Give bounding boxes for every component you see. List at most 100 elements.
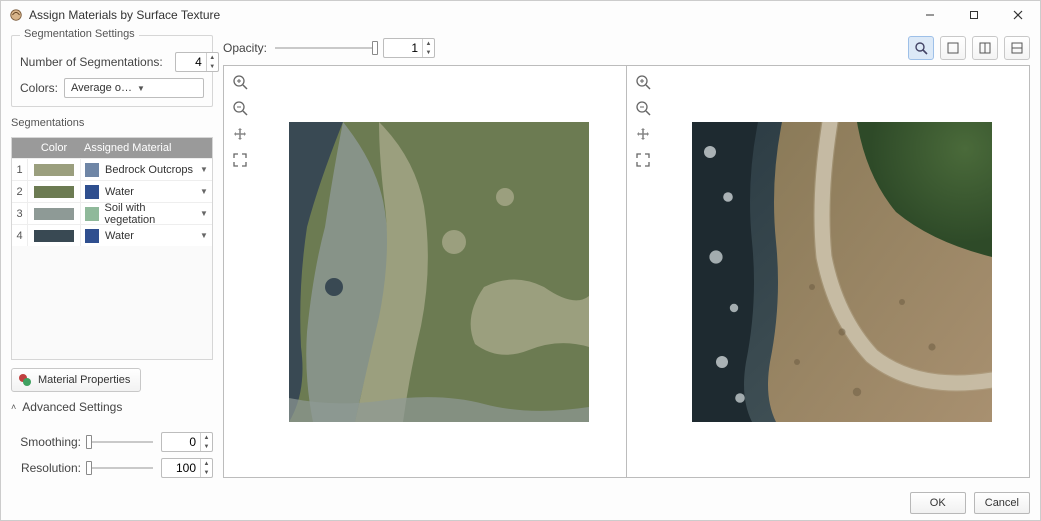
- chevron-down-icon[interactable]: ▼: [196, 187, 212, 196]
- advanced-settings-content: Smoothing: ▲▼ Resolution:: [11, 422, 213, 478]
- col-material: Assigned Material: [80, 142, 196, 154]
- zoom-in-icon[interactable]: [230, 72, 250, 92]
- opacity-field[interactable]: [384, 39, 422, 57]
- material-swatch: [85, 185, 99, 199]
- row-material-cell[interactable]: Water: [80, 225, 196, 246]
- colors-combo[interactable]: Average of original image color ▼: [64, 78, 204, 98]
- segmented-image: [289, 122, 589, 422]
- opacity-slider[interactable]: [275, 41, 375, 55]
- split-vertical-button[interactable]: [972, 36, 998, 60]
- viewport-tools-right: [627, 66, 655, 477]
- chevron-down-icon[interactable]: ▼: [196, 209, 212, 218]
- maximize-button[interactable]: [952, 1, 996, 29]
- fit-icon[interactable]: [230, 150, 250, 170]
- cancel-button[interactable]: Cancel: [974, 492, 1030, 514]
- resolution-row: Resolution: ▲▼: [17, 458, 213, 478]
- segmented-canvas-area[interactable]: [252, 66, 626, 477]
- fit-icon[interactable]: [633, 150, 653, 170]
- resolution-label: Resolution:: [17, 461, 81, 475]
- num-segmentations-row: Number of Segmentations: ▲▼: [20, 52, 204, 72]
- row-color: [28, 208, 80, 220]
- row-color: [28, 164, 80, 176]
- ok-label: OK: [930, 497, 946, 509]
- material-name: Bedrock Outcrops: [105, 164, 193, 176]
- app-icon: [9, 8, 23, 22]
- material-name: Water: [105, 186, 134, 198]
- smoothing-field[interactable]: [162, 433, 200, 451]
- row-material-cell[interactable]: Soil with vegetation: [80, 203, 196, 224]
- chevron-down-icon[interactable]: ▼: [196, 165, 212, 174]
- top-toolbar: Opacity: ▲▼: [223, 35, 1030, 61]
- left-panel: Segmentation Settings Number of Segmenta…: [11, 35, 213, 478]
- opacity-label: Opacity:: [223, 41, 267, 55]
- smoothing-input[interactable]: ▲▼: [161, 432, 213, 452]
- resolution-input[interactable]: ▲▼: [161, 458, 213, 478]
- row-index: 1: [12, 159, 28, 180]
- advanced-settings-title: Advanced Settings: [22, 400, 122, 414]
- ok-button[interactable]: OK: [910, 492, 966, 514]
- material-swatch: [85, 229, 99, 243]
- pan-icon[interactable]: [230, 124, 250, 144]
- advanced-settings-header[interactable]: ˄ Advanced Settings: [11, 400, 213, 414]
- resolution-slider[interactable]: [89, 461, 153, 475]
- smoothing-spinner[interactable]: ▲▼: [200, 433, 212, 451]
- dialog-body: Segmentation Settings Number of Segmenta…: [1, 29, 1040, 486]
- table-row[interactable]: 1 Bedrock Outcrops▼: [12, 158, 212, 180]
- row-color: [28, 186, 80, 198]
- viewport-segmented: [224, 66, 626, 477]
- window-title: Assign Materials by Surface Texture: [29, 8, 220, 22]
- material-name: Soil with vegetation: [105, 202, 196, 226]
- close-button[interactable]: [996, 1, 1040, 29]
- num-segmentations-label: Number of Segmentations:: [20, 55, 163, 69]
- dialog-footer: OK Cancel: [1, 486, 1040, 520]
- minimize-button[interactable]: [908, 1, 952, 29]
- pan-icon[interactable]: [633, 124, 653, 144]
- zoom-out-icon[interactable]: [633, 98, 653, 118]
- segmentation-settings-group: Segmentation Settings Number of Segmenta…: [11, 35, 213, 107]
- segmentations-label: Segmentations: [11, 117, 213, 129]
- table-row[interactable]: 4 Water▼: [12, 224, 212, 246]
- smoothing-label: Smoothing:: [17, 435, 81, 449]
- original-canvas-area[interactable]: [655, 66, 1029, 477]
- cancel-label: Cancel: [985, 497, 1019, 509]
- chevron-up-icon: ˄: [11, 402, 16, 412]
- row-index: 2: [12, 181, 28, 202]
- row-color: [28, 230, 80, 242]
- num-segmentations-field[interactable]: [176, 53, 206, 71]
- zoom-window-button[interactable]: [908, 36, 934, 60]
- view-mode-tools: [908, 36, 1030, 60]
- smoothing-row: Smoothing: ▲▼: [17, 432, 213, 452]
- material-properties-label: Material Properties: [38, 374, 130, 386]
- resolution-field[interactable]: [162, 459, 200, 477]
- material-swatch: [85, 163, 99, 177]
- zoom-in-icon[interactable]: [633, 72, 653, 92]
- material-properties-button[interactable]: Material Properties: [11, 368, 141, 392]
- material-properties-icon: [18, 373, 32, 387]
- row-index: 4: [12, 225, 28, 246]
- zoom-out-icon[interactable]: [230, 98, 250, 118]
- chevron-down-icon[interactable]: ▼: [196, 231, 212, 240]
- material-swatch: [85, 207, 99, 221]
- opacity-spinner[interactable]: ▲▼: [422, 39, 434, 57]
- colors-value: Average of original image color: [71, 82, 133, 94]
- single-view-button[interactable]: [940, 36, 966, 60]
- table-row[interactable]: 2 Water ▼: [12, 180, 212, 202]
- opacity-input[interactable]: ▲▼: [383, 38, 435, 58]
- titlebar: Assign Materials by Surface Texture: [1, 1, 1040, 29]
- smoothing-slider[interactable]: [89, 435, 153, 449]
- row-material-cell[interactable]: Water: [80, 181, 196, 202]
- resolution-spinner[interactable]: ▲▼: [200, 459, 212, 477]
- colors-row: Colors: Average of original image color …: [20, 78, 204, 98]
- original-image: [692, 122, 992, 422]
- viewports: [223, 65, 1030, 478]
- segmentations-header: Color Assigned Material: [12, 138, 212, 158]
- table-row[interactable]: 3 Soil with vegetation▼: [12, 202, 212, 224]
- segmentations-empty-area: [12, 246, 212, 359]
- row-index: 3: [12, 203, 28, 224]
- num-segmentations-input[interactable]: ▲▼: [175, 52, 219, 72]
- dialog-window: Assign Materials by Surface Texture Segm…: [0, 0, 1041, 521]
- col-color: Color: [28, 142, 80, 154]
- row-material-cell[interactable]: Bedrock Outcrops: [80, 159, 196, 180]
- num-segmentations-spinner[interactable]: ▲▼: [206, 53, 218, 71]
- split-horizontal-button[interactable]: [1004, 36, 1030, 60]
